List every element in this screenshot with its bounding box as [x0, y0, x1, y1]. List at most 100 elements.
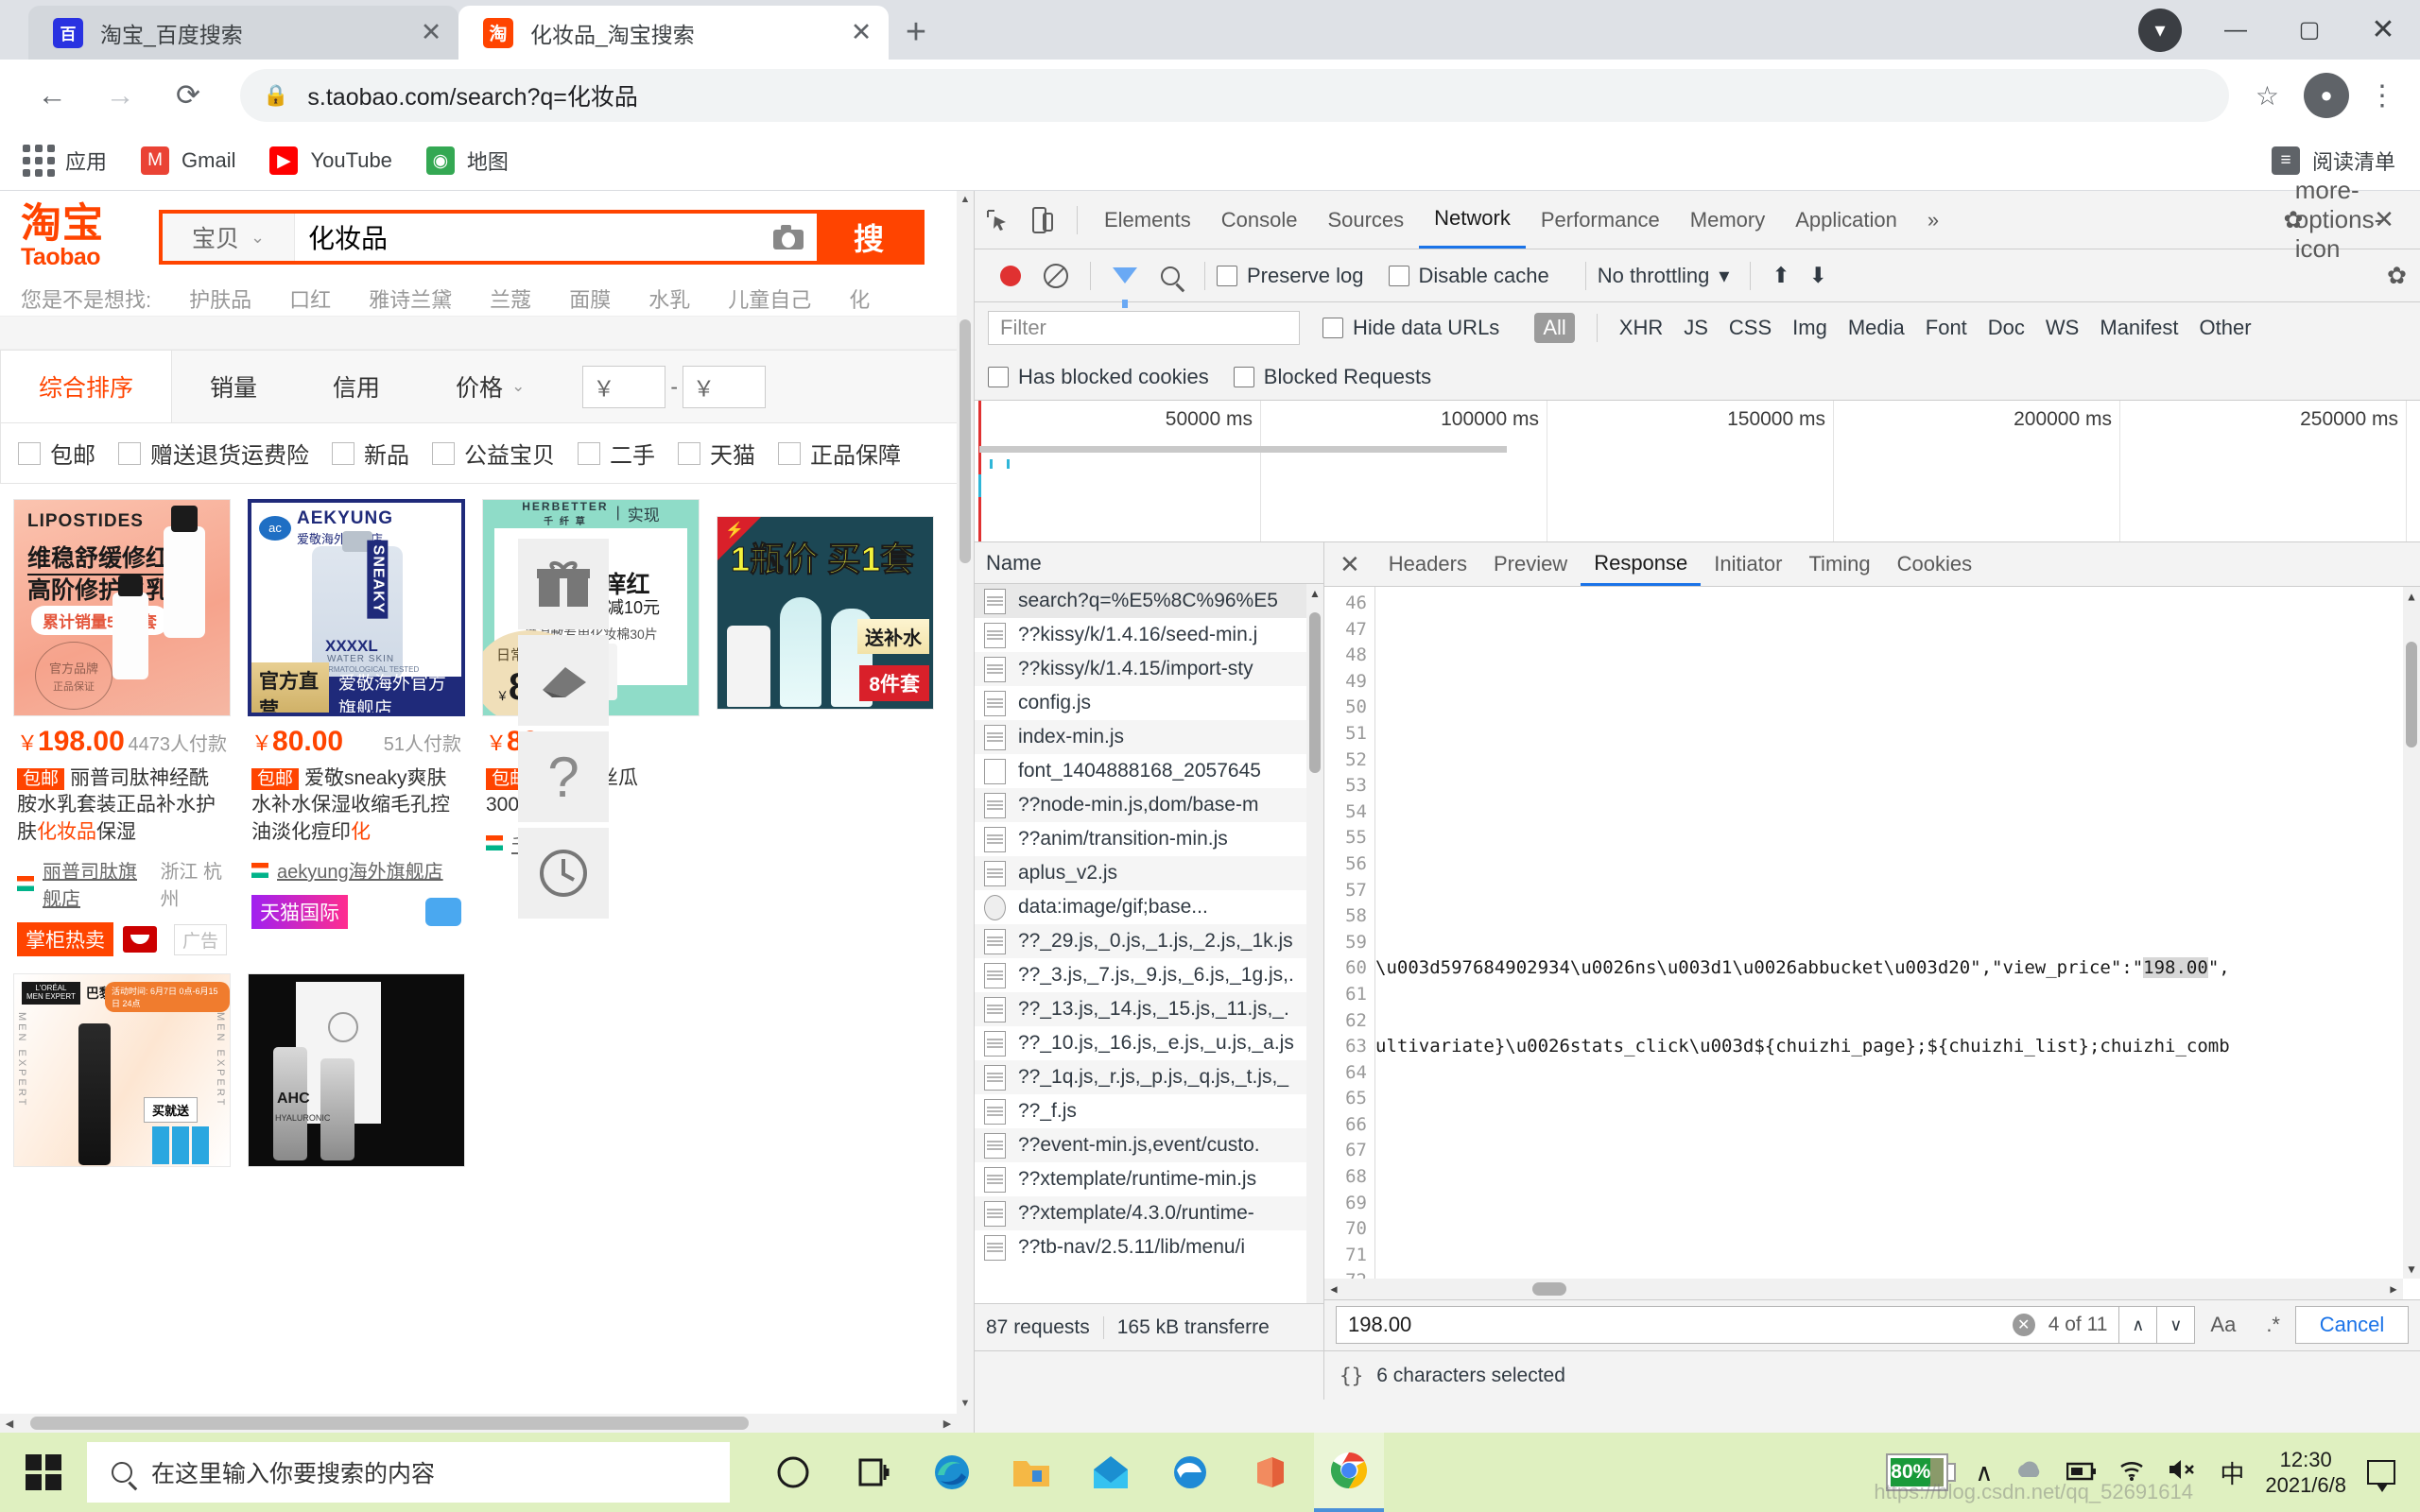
- filter-tmall[interactable]: 天猫: [678, 437, 755, 470]
- filter-authentic[interactable]: 正品保障: [778, 437, 901, 470]
- filter-type-manifest[interactable]: Manifest: [2100, 316, 2178, 340]
- cortana-icon[interactable]: [758, 1433, 828, 1512]
- checkbox[interactable]: [118, 441, 141, 465]
- wangwang-icon[interactable]: [425, 898, 461, 927]
- hot-word[interactable]: 口红: [289, 284, 331, 314]
- price-min-input[interactable]: ￥: [582, 365, 666, 408]
- page-horizontal-scrollbar[interactable]: ◀ ▶: [0, 1414, 974, 1433]
- request-row[interactable]: index-min.js: [975, 720, 1323, 754]
- scroll-down-arrow[interactable]: ▼: [2403, 1260, 2420, 1279]
- filter-free-shipping[interactable]: 包邮: [18, 437, 95, 470]
- notification-icon[interactable]: [2367, 1460, 2395, 1492]
- task-view-icon[interactable]: [838, 1433, 908, 1512]
- request-row[interactable]: ??kissy/k/1.4.16/seed-min.j: [975, 618, 1323, 652]
- sort-item-credit[interactable]: 信用: [295, 351, 418, 422]
- regex-button[interactable]: .*: [2266, 1313, 2280, 1337]
- request-row[interactable]: ??_1q.js,_r.js,_p.js,_q.js,_t.js,_: [975, 1060, 1323, 1094]
- throttling-dropdown[interactable]: No throttling: [1598, 264, 1710, 288]
- close-icon[interactable]: ✕: [2361, 199, 2407, 241]
- search-input[interactable]: 化妆品: [295, 214, 760, 261]
- back-button[interactable]: ←: [25, 68, 79, 123]
- filter-return-insurance[interactable]: 赠送退货运费险: [118, 437, 309, 470]
- has-blocked-cookies-checkbox[interactable]: Has blocked cookies: [988, 365, 1209, 389]
- filter-charity[interactable]: 公益宝贝: [432, 437, 555, 470]
- find-input[interactable]: 198.00 ✕ 4 of 11: [1336, 1306, 2120, 1345]
- disable-cache-checkbox[interactable]: Disable cache: [1388, 264, 1549, 288]
- filter-new[interactable]: 新品: [332, 437, 409, 470]
- hot-word[interactable]: 护肤品: [189, 284, 251, 314]
- request-row[interactable]: ??_13.js,_14.js,_15.js,_11.js,_.: [975, 992, 1323, 1026]
- pretty-print-icon[interactable]: {}: [1340, 1365, 1363, 1387]
- apps-shortcut[interactable]: 应用: [23, 145, 107, 177]
- request-row[interactable]: config.js: [975, 686, 1323, 720]
- tab-sources[interactable]: Sources: [1312, 192, 1419, 249]
- bookmark-maps[interactable]: ◉ 地图: [425, 146, 509, 176]
- bookmark-gmail[interactable]: M Gmail: [141, 146, 235, 175]
- page-vertical-scrollbar[interactable]: ▲ ▼: [957, 191, 974, 1433]
- request-row[interactable]: ??event-min.js,event/custo.: [975, 1128, 1323, 1162]
- scroll-up-arrow[interactable]: ▲: [1306, 584, 1323, 603]
- filter-type-ws[interactable]: WS: [2046, 316, 2079, 340]
- filter-type-font[interactable]: Font: [1926, 316, 1967, 340]
- taskbar-search-input[interactable]: 在这里输入你要搜索的内容: [87, 1442, 730, 1503]
- search-button[interactable]: 搜: [817, 214, 921, 261]
- mail-icon[interactable]: [1076, 1433, 1146, 1512]
- cancel-button[interactable]: Cancel: [2295, 1306, 2409, 1345]
- profile-chip[interactable]: ▾: [2138, 8, 2182, 52]
- checkbox[interactable]: [778, 441, 801, 465]
- export-har-icon[interactable]: ⬇: [1809, 263, 1827, 288]
- tab-preview[interactable]: Preview: [1480, 542, 1581, 586]
- network-overview-timeline[interactable]: 50000 ms 100000 ms 150000 ms 200000 ms 2…: [975, 401, 2420, 542]
- chrome-icon[interactable]: [1314, 1433, 1384, 1512]
- browser-tab-2[interactable]: 淘 化妆品_淘宝搜索 ✕: [458, 6, 889, 60]
- tab-network[interactable]: Network: [1419, 192, 1526, 249]
- price-max-input[interactable]: ￥: [682, 365, 766, 408]
- taobao-logo[interactable]: 淘宝 Taobao: [21, 203, 142, 271]
- product-image[interactable]: AHC HYALURONIC: [248, 973, 465, 1168]
- minimize-button[interactable]: —: [2199, 0, 2273, 60]
- scrollbar-thumb[interactable]: [30, 1417, 749, 1430]
- tab-initiator[interactable]: Initiator: [1701, 542, 1795, 586]
- scroll-up-arrow[interactable]: ▲: [957, 191, 974, 208]
- request-row[interactable]: ??xtemplate/4.3.0/runtime-: [975, 1196, 1323, 1230]
- tab-performance[interactable]: Performance: [1526, 192, 1675, 249]
- search-category-dropdown[interactable]: 宝贝 ⌄: [163, 214, 295, 261]
- checkbox[interactable]: [1322, 318, 1343, 338]
- find-next-button[interactable]: ∨: [2157, 1306, 2196, 1345]
- scroll-right-arrow[interactable]: ▶: [938, 1414, 957, 1433]
- more-tabs-icon[interactable]: »: [1912, 192, 1954, 249]
- request-row[interactable]: ??_29.js,_0.js,_1.js,_2.js,_1k.js: [975, 924, 1323, 958]
- shop-name[interactable]: aekyung海外旗舰店: [277, 856, 443, 884]
- reload-button[interactable]: ⟳: [161, 68, 216, 123]
- tab-timing[interactable]: Timing: [1795, 542, 1883, 586]
- device-toolbar-icon[interactable]: [1020, 199, 1065, 241]
- edge-legacy-icon[interactable]: [1155, 1433, 1225, 1512]
- request-row[interactable]: ??node-min.js,dom/base-m: [975, 788, 1323, 822]
- scroll-up-arrow[interactable]: ▲: [2403, 587, 2420, 606]
- request-row[interactable]: aplus_v2.js: [975, 856, 1323, 890]
- record-icon[interactable]: [988, 255, 1033, 297]
- forward-button[interactable]: →: [93, 68, 147, 123]
- hot-word[interactable]: 面膜: [569, 284, 611, 314]
- checkbox[interactable]: [332, 441, 354, 465]
- camera-icon[interactable]: [760, 214, 817, 261]
- filter-type-img[interactable]: Img: [1792, 316, 1827, 340]
- avatar[interactable]: ●: [2304, 73, 2349, 118]
- clear-search-icon[interactable]: ✕: [2012, 1314, 2035, 1337]
- request-row[interactable]: ??xtemplate/runtime-min.js: [975, 1162, 1323, 1196]
- chevron-down-icon[interactable]: ▾: [1719, 264, 1729, 288]
- response-body-viewer[interactable]: 46 47 48 49 50 51 52 53 54 55 56 57 58 59 60 61 62 63 64 65…: [1324, 587, 2420, 1299]
- filter-input[interactable]: Filter: [988, 311, 1300, 345]
- sort-item-price[interactable]: 价格 ⌄: [418, 351, 562, 422]
- scroll-left-arrow[interactable]: ◀: [0, 1414, 19, 1433]
- product-title[interactable]: 包邮 爱敬sneaky爽肤水补水保湿收缩毛孔控油淡化痘印化: [251, 765, 461, 846]
- product-card[interactable]: AHC HYALURONIC: [248, 973, 465, 1168]
- filter-type-all[interactable]: All: [1534, 313, 1575, 343]
- scrollbar-thumb[interactable]: [1532, 1281, 1566, 1296]
- close-window-button[interactable]: ✕: [2346, 0, 2420, 60]
- filter-type-css[interactable]: CSS: [1729, 316, 1772, 340]
- requests-column-header[interactable]: Name: [975, 542, 1323, 584]
- hot-word[interactable]: 儿童自己: [728, 284, 811, 314]
- search-icon[interactable]: [1148, 255, 1193, 297]
- close-detail-icon[interactable]: ✕: [1340, 550, 1360, 579]
